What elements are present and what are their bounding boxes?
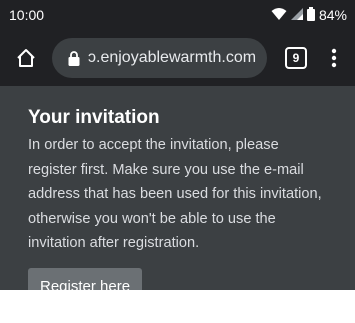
- home-icon[interactable]: [12, 44, 40, 72]
- invitation-message: In order to accept the invitation, pleas…: [28, 137, 322, 251]
- tabs-icon[interactable]: 9: [285, 47, 307, 69]
- battery-percent: 84%: [318, 7, 347, 23]
- more-vert-icon[interactable]: [324, 44, 344, 72]
- invitation-title: Your invitation: [28, 107, 160, 128]
- status-icons: 84%: [271, 6, 347, 24]
- url-text[interactable]: ɔ.enjoyablewarmth.com: [88, 49, 256, 67]
- status-time: 10:00: [9, 7, 45, 23]
- page-background: [0, 290, 355, 323]
- signal-icon: [290, 7, 303, 24]
- battery-icon: [306, 6, 315, 24]
- tab-count: 9: [292, 51, 300, 65]
- wifi-icon: [271, 7, 287, 24]
- invitation-panel: Your invitation In order to accept the i…: [0, 86, 355, 306]
- lock-icon[interactable]: [68, 50, 80, 66]
- browser-toolbar: ɔ.enjoyablewarmth.com 9: [0, 30, 355, 86]
- url-bar[interactable]: ɔ.enjoyablewarmth.com: [52, 38, 267, 78]
- status-bar: 10:00 84%: [0, 0, 355, 30]
